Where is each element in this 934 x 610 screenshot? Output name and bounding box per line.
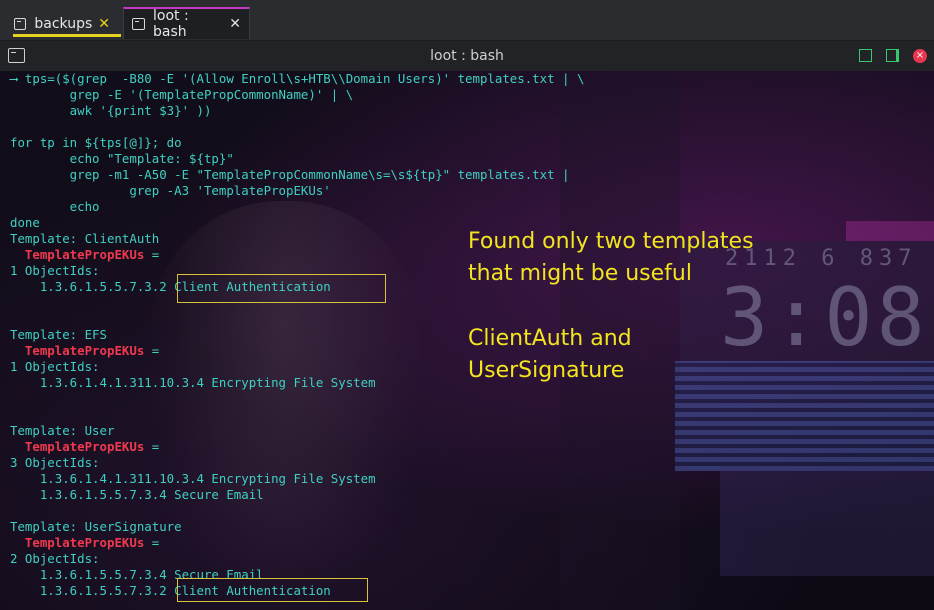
terminal-line: grep -m1 -A50 -E "TemplatePropCommonName…: [10, 167, 570, 182]
close-window-button[interactable]: ×: [913, 49, 927, 63]
annotation-note: Found only two templates that might be u…: [468, 226, 754, 290]
terminal-line: for tp in ${tps[@]}; do: [10, 135, 182, 150]
terminal-pane[interactable]: 2112 6 837 3:08 ⟶ tps=($(grep -B80 -E '(…: [0, 71, 934, 610]
terminal-line: TemplatePropEKUs =: [24, 439, 160, 454]
highlighted-keyword: TemplatePropEKUs: [24, 247, 145, 262]
terminal-line: 2 ObjectIds:: [10, 551, 100, 566]
terminal-line: 3 ObjectIds:: [10, 455, 100, 470]
wallpaper-light: [846, 221, 934, 241]
split-view-icon[interactable]: [886, 49, 899, 62]
tab-loot-bash[interactable]: loot : bash ✕: [123, 7, 250, 40]
highlighted-keyword: TemplatePropEKUs: [24, 439, 145, 454]
terminal-line: echo: [10, 199, 100, 214]
wallpaper-window: [720, 466, 934, 576]
annotation-line: UserSignature: [468, 358, 625, 383]
terminal-line: 1.3.6.1.5.5.7.3.4 Secure Email: [10, 487, 264, 502]
close-icon[interactable]: ✕: [98, 16, 110, 32]
wallpaper-small-digits: 2112 6 837: [725, 246, 918, 271]
wallpaper-blinds: [675, 361, 934, 471]
terminal-line: grep -A3 'TemplatePropEKUs': [10, 183, 331, 198]
close-icon[interactable]: ✕: [229, 16, 241, 32]
annotation-line: Found only two templates: [468, 229, 754, 254]
terminal-line: Template: User: [10, 423, 115, 438]
highlight-box-usersignature: [177, 578, 368, 602]
tab-backups[interactable]: backups ✕: [6, 8, 121, 40]
terminal-icon: [132, 18, 145, 30]
terminal-line: Template: UserSignature: [10, 519, 182, 534]
annotation-note: ClientAuth and UserSignature: [468, 323, 632, 387]
terminal-line: 1.3.6.1.4.1.311.10.3.4 Encrypting File S…: [10, 471, 376, 486]
tab-label: loot : bash: [153, 8, 189, 40]
highlighted-keyword: TemplatePropEKUs: [24, 343, 145, 358]
terminal-line: TemplatePropEKUs =: [24, 535, 160, 550]
terminal-line: grep -E '(TemplatePropCommonName)' | \: [10, 87, 354, 102]
tab-label: backups: [34, 16, 93, 32]
tab-underline: [13, 34, 121, 37]
window-title: loot : bash: [430, 48, 504, 64]
terminal-line: ⟶ tps=($(grep -B80 -E '(Allow Enroll\s+H…: [10, 71, 585, 86]
highlight-box-clientauth: [177, 274, 386, 303]
annotation-line: that might be useful: [468, 261, 692, 286]
annotation-line: ClientAuth and: [468, 326, 632, 351]
window-title-bar: loot : bash ×: [0, 41, 934, 71]
maximize-icon[interactable]: [859, 49, 872, 62]
tab-bar: backups ✕ loot : bash ✕: [0, 0, 934, 41]
highlighted-keyword: TemplatePropEKUs: [24, 535, 145, 550]
terminal-line: echo "Template: ${tp}": [10, 151, 234, 166]
terminal-icon: [14, 18, 27, 30]
terminal-line: awk '{print $3}' )): [10, 103, 212, 118]
